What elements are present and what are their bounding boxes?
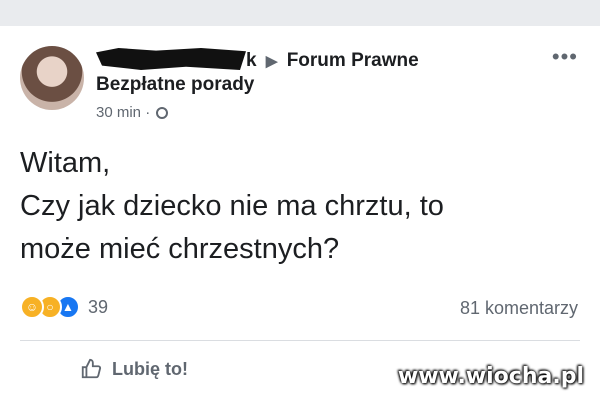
haha-reaction-icon: ☺: [20, 295, 44, 319]
comments-count[interactable]: 81 komentarzy: [460, 298, 578, 319]
post-line: może mieć chrzestnych?: [20, 233, 340, 265]
meta-separator: ·: [145, 104, 151, 121]
author-avatar[interactable]: [20, 46, 84, 110]
author-name-suffix[interactable]: k: [246, 50, 257, 71]
watermark: www.wiocha.pl: [397, 364, 584, 389]
post-line: Czy jak dziecko nie ma chrztu, to: [20, 190, 444, 222]
more-options-icon[interactable]: •••: [552, 46, 578, 68]
post-card: k ▶ Forum Prawne Bezpłatne porady 30 min…: [0, 26, 600, 396]
group-link[interactable]: Forum Prawne: [287, 50, 419, 71]
divider: [20, 340, 580, 341]
globe-icon: [156, 107, 169, 119]
group-subtitle[interactable]: Bezpłatne porady: [96, 74, 254, 96]
like-label: Lubię to!: [112, 358, 188, 379]
post-header: k ▶ Forum Prawne: [96, 48, 419, 72]
post-line: Witam,: [20, 147, 111, 179]
arrow-right-icon: ▶: [265, 53, 278, 70]
post-body: Witam, Czy jak dziecko nie ma chrztu, to…: [20, 142, 580, 271]
post-meta: 30 min ·: [96, 104, 169, 121]
thumbs-up-icon: [81, 358, 102, 379]
redacted-author-name: [96, 48, 246, 70]
reaction-count: 39: [88, 296, 109, 317]
post-time[interactable]: 30 min: [96, 104, 141, 121]
like-button[interactable]: Lubię to!: [80, 358, 188, 380]
reactions-summary[interactable]: ☺ ○ ▲ 39: [20, 294, 108, 320]
